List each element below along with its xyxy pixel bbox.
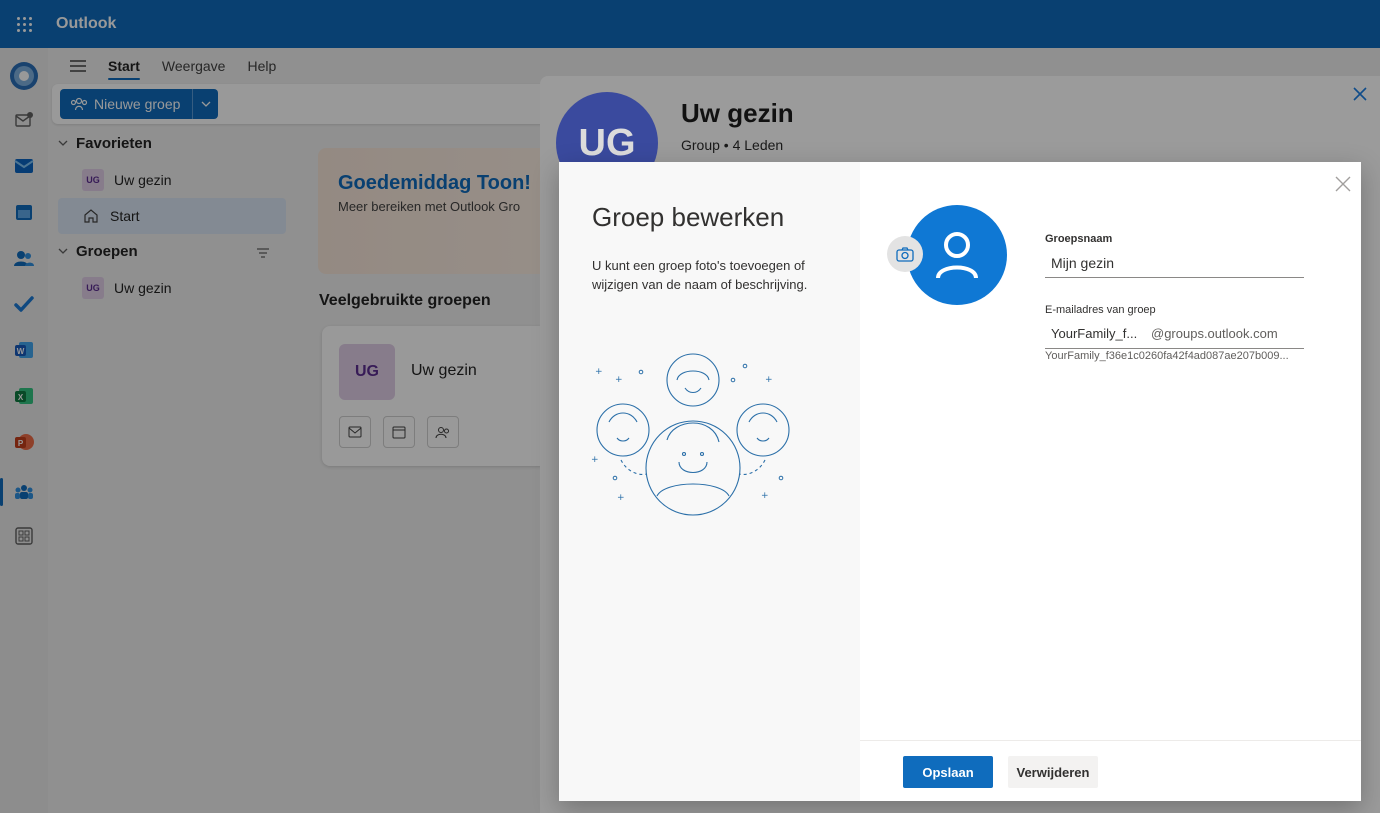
close-icon[interactable] — [1333, 174, 1353, 194]
camera-icon — [896, 246, 914, 262]
save-button[interactable]: Opslaan — [903, 756, 993, 788]
svg-text:+: + — [615, 375, 623, 385]
svg-text:+: + — [761, 491, 769, 501]
group-email-field: @groups.outlook.com — [1045, 318, 1304, 349]
email-domain-suffix: @groups.outlook.com — [1151, 325, 1278, 341]
dialog-footer: Opslaan Verwijderen — [860, 740, 1361, 801]
group-illustration: + + + + + + — [591, 353, 790, 516]
group-email-full: YourFamily_f36e1c0260fa42f4ad087ae207b00… — [1045, 350, 1289, 362]
group-name-input[interactable] — [1045, 248, 1304, 278]
group-name-label: Groepsnaam — [1045, 233, 1113, 245]
dialog-title: Groep bewerken — [592, 202, 785, 232]
edit-group-dialog: Groep bewerken U kunt een groep foto's t… — [559, 162, 1361, 801]
person-icon — [936, 232, 978, 279]
group-panel-title: Uw gezin — [681, 98, 794, 128]
svg-text:+: + — [595, 367, 603, 377]
group-email-input[interactable] — [1045, 320, 1145, 346]
change-photo-button[interactable] — [887, 236, 923, 272]
group-email-label: E-mailadres van groep — [1045, 304, 1156, 316]
dialog-info-pane: Groep bewerken U kunt een groep foto's t… — [559, 162, 860, 801]
group-panel-subtitle: Group • 4 Leden — [681, 137, 784, 153]
svg-text:+: + — [591, 455, 599, 465]
delete-button[interactable]: Verwijderen — [1008, 756, 1098, 788]
dialog-description: U kunt een groep foto's toevoegen of wij… — [592, 258, 808, 292]
svg-text:+: + — [765, 375, 773, 385]
close-icon[interactable] — [1350, 84, 1370, 104]
svg-text:+: + — [617, 493, 625, 503]
